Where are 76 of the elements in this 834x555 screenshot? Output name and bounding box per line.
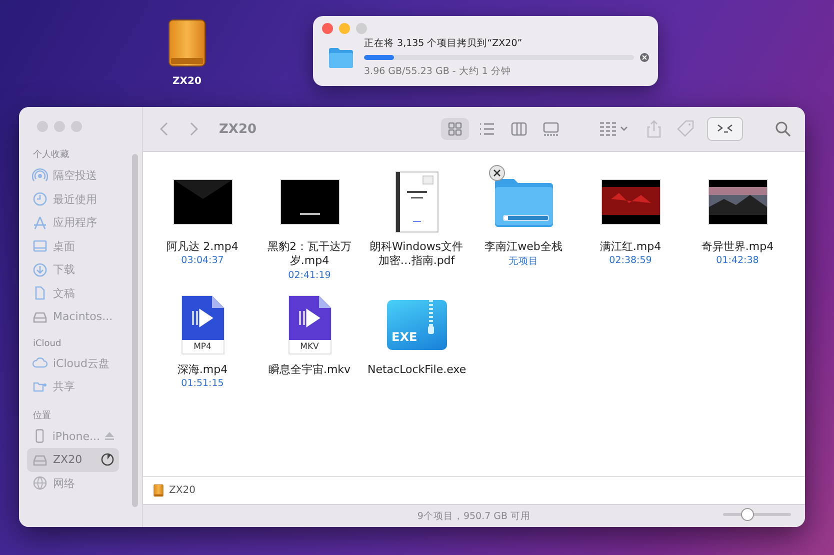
globe-icon xyxy=(32,475,48,492)
zoom-button[interactable] xyxy=(356,23,367,34)
sidebar-item[interactable]: ZX20 xyxy=(27,448,119,472)
sidebar-item[interactable]: iPhone... xyxy=(27,424,119,448)
path-item[interactable]: ZX20 xyxy=(169,485,196,496)
view-icons-button[interactable] xyxy=(441,118,469,140)
eject-icon[interactable] xyxy=(105,432,114,440)
sidebar-item[interactable]: 网络 xyxy=(27,472,119,495)
video-thumbnail xyxy=(600,179,660,225)
sidebar-item[interactable]: iCloud云盘 xyxy=(27,352,119,375)
sidebar-item[interactable]: 下载 xyxy=(27,258,119,282)
sidebar-item[interactable]: 隔空投送 xyxy=(27,164,119,188)
file-name[interactable]: 瞬息全宇宙.mkv xyxy=(260,363,358,378)
copy-message: 正在将 3,135 个项目拷贝到“ZX20” xyxy=(364,37,524,50)
file-type-label: MKV xyxy=(299,342,320,352)
cancel-button[interactable] xyxy=(640,53,649,62)
file-detail: 02:38:59 xyxy=(609,255,652,266)
sidebar-item[interactable]: 桌面 xyxy=(27,234,119,258)
drive-icon xyxy=(153,484,164,497)
file-type-label: MP4 xyxy=(192,342,212,352)
view-gallery-icon xyxy=(542,120,560,138)
zoom-button[interactable] xyxy=(71,121,82,132)
sidebar-heading: 位置 xyxy=(32,410,52,422)
minimize-button[interactable] xyxy=(54,121,65,132)
desktop-item-label[interactable]: ZX20 xyxy=(172,76,202,87)
status-text: 9个项目，950.7 GB 可用 xyxy=(417,510,531,522)
close-button[interactable] xyxy=(37,121,48,132)
view-icons-icon xyxy=(446,120,464,138)
close-button[interactable] xyxy=(322,23,333,34)
file-detail: 无项目 xyxy=(508,255,538,268)
close-icon xyxy=(492,168,502,178)
file-detail: 01:51:15 xyxy=(181,378,224,390)
file-name[interactable]: 黑豹2：瓦干达万岁.mp4 xyxy=(260,240,358,269)
apps-icon xyxy=(32,214,48,231)
video-thumbnail xyxy=(708,179,768,225)
file-name[interactable]: 满江红.mp4 xyxy=(582,240,680,254)
copy-detail: 3.96 GB/55.23 GB - 大约 1 分钟 xyxy=(364,65,512,78)
drive-icon xyxy=(167,18,207,68)
window-title: ZX20 xyxy=(219,122,258,136)
chevron-right-icon xyxy=(190,122,198,136)
file-name[interactable]: NetacLockFile.exe xyxy=(368,363,466,378)
minimize-button[interactable] xyxy=(339,23,350,34)
scroll-bar[interactable] xyxy=(132,154,138,507)
file-name[interactable]: 朗科Windows文件加密…指南.pdf xyxy=(368,240,466,269)
file-detail: 02:41:19 xyxy=(288,270,331,281)
terminal-button[interactable] xyxy=(707,117,743,141)
video-thumbnail xyxy=(280,179,340,225)
file-name[interactable]: 深海.mp4 xyxy=(154,363,252,378)
sidebar-item[interactable]: 应用程序 xyxy=(27,211,119,234)
file-detail: 03:04:37 xyxy=(181,255,224,266)
terminal-icon xyxy=(716,123,734,135)
sidebar-heading: iCloud xyxy=(32,338,62,348)
sidebar-heading: 个人收藏 xyxy=(32,148,70,161)
file-name[interactable]: 阿凡达 2.mp4 xyxy=(154,240,252,254)
chevron-left-icon xyxy=(160,122,168,136)
airdrop-icon xyxy=(32,168,48,184)
close-icon xyxy=(642,55,647,60)
file-detail: 01:42:38 xyxy=(716,255,759,266)
clock-icon xyxy=(32,191,48,208)
exe-file-icon: EXE xyxy=(386,300,446,350)
video-thumbnail xyxy=(172,179,232,225)
download-icon xyxy=(32,262,48,278)
file-name[interactable]: 奇异世界.mp4 xyxy=(688,240,786,254)
cancel-copy-button[interactable] xyxy=(488,165,504,181)
sidebar-item[interactable]: Macintos... xyxy=(27,305,119,328)
desktop-icon xyxy=(32,238,48,254)
sidebar-item[interactable]: 文稿 xyxy=(27,282,119,305)
video-file-icon xyxy=(180,295,224,355)
file-name[interactable]: 李南江web全栈 xyxy=(474,240,572,254)
sidebar-item[interactable]: 共享 xyxy=(27,375,119,398)
view-columns-icon xyxy=(510,120,528,138)
folder-icon xyxy=(328,46,354,68)
copy-progress-bar xyxy=(502,215,548,221)
document-thumbnail xyxy=(394,171,438,233)
sidebar-item[interactable]: 最近使用 xyxy=(27,188,119,211)
video-file-icon xyxy=(288,295,332,355)
